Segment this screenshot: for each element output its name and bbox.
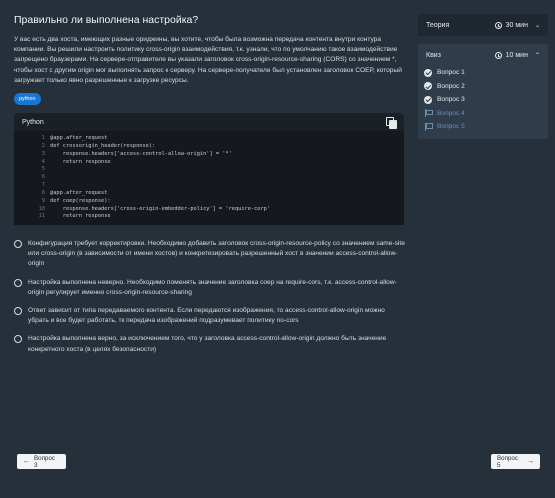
sidebar-item-question-3[interactable]: Вопрос 3 bbox=[418, 93, 548, 107]
question-label: Вопрос 4 bbox=[437, 109, 465, 117]
line-number: 2 bbox=[41, 142, 45, 149]
line-number: 7 bbox=[41, 182, 45, 189]
question-panel: Правильно ли выполнена настройка? У вас … bbox=[14, 14, 406, 363]
code-language-label: Python bbox=[22, 118, 44, 126]
radio-button[interactable] bbox=[14, 335, 22, 344]
code-line: 5 bbox=[14, 166, 404, 174]
question-text: У вас есть два хоста, имеющих разные ори… bbox=[14, 36, 402, 84]
chevron-up-icon: ⌃ bbox=[534, 52, 540, 59]
code-line: 6 bbox=[14, 174, 404, 182]
sidebar-item-question-2[interactable]: Вопрос 2 bbox=[418, 80, 548, 94]
sidebar-quiz-section: Квиз 10 мин ⌃ Вопрос 1 Вопрос 2 Вопрос 3 Во… bbox=[418, 44, 548, 139]
code-text: return response bbox=[50, 213, 111, 220]
next-question-button[interactable]: Вопрос 5 → bbox=[491, 454, 540, 469]
prev-question-label: Вопрос 3 bbox=[34, 454, 55, 469]
answer-option[interactable]: Ответ зависит от типа передаваемого конт… bbox=[14, 306, 406, 326]
clock-icon bbox=[494, 21, 502, 29]
answer-options: Конфигурация требует корректировки. Необ… bbox=[14, 239, 406, 355]
question-label: Вопрос 5 bbox=[437, 123, 465, 131]
check-circle-icon bbox=[424, 68, 432, 77]
radio-button[interactable] bbox=[14, 240, 22, 249]
answer-option-text: Настройка выполнена верно, за исключение… bbox=[28, 335, 387, 353]
answer-option[interactable]: Настройка выполнена неверно. Необходимо … bbox=[14, 278, 406, 298]
clock-icon bbox=[494, 51, 502, 59]
code-text: @app.after_request bbox=[50, 135, 108, 142]
question-label: Вопрос 2 bbox=[437, 82, 465, 90]
line-number: 11 bbox=[38, 213, 45, 220]
answer-option-text: Настройка выполнена неверно. Необходимо … bbox=[28, 278, 397, 296]
theory-label: Теория bbox=[426, 21, 450, 29]
code-header: Python bbox=[14, 113, 404, 131]
line-number: 5 bbox=[41, 166, 45, 173]
code-block: Python 1 @app.after_request 2 def crossorig… bbox=[14, 113, 404, 226]
code-line: 7 bbox=[14, 182, 404, 190]
arrow-right-icon: → bbox=[527, 458, 534, 465]
sidebar-item-question-5[interactable]: Вопрос 5 bbox=[418, 120, 548, 134]
line-number: 9 bbox=[41, 197, 45, 204]
sidebar-item-question-1[interactable]: Вопрос 1 bbox=[418, 66, 548, 80]
code-line: 2 def crossorigin_header(response): bbox=[14, 143, 404, 151]
check-circle-icon bbox=[424, 82, 432, 91]
code-text: response.headers['access-control-allow-o… bbox=[50, 150, 232, 157]
question-label: Вопрос 1 bbox=[437, 69, 465, 77]
code-text: @app.after_request bbox=[50, 189, 108, 196]
question-label: Вопрос 3 bbox=[437, 96, 465, 104]
copy-icon[interactable] bbox=[386, 116, 397, 129]
answer-option[interactable]: Настройка выполнена верно, за исключение… bbox=[14, 334, 406, 354]
theory-time: 30 мин bbox=[505, 21, 528, 29]
line-number: 3 bbox=[41, 150, 45, 157]
answer-option-text: Конфигурация требует корректировки. Необ… bbox=[28, 240, 405, 268]
sidebar-item-question-4[interactable]: Вопрос 4 bbox=[418, 107, 548, 121]
language-tag: python bbox=[14, 93, 41, 106]
code-line: 10 response.headers['cross-origin-embedd… bbox=[14, 206, 404, 214]
code-line: 9 def coep(response): bbox=[14, 198, 404, 206]
sidebar: Теория 30 мин ⌄ Квиз 10 мин ⌃ Вопрос 1 Во… bbox=[418, 14, 548, 139]
quiz-question-list: Вопрос 1 Вопрос 2 Вопрос 3 Вопрос 4 Вопрос 5 bbox=[418, 66, 548, 134]
prev-question-button[interactable]: ← Вопрос 3 bbox=[17, 454, 66, 469]
code-text: response.headers['cross-origin-embedder-… bbox=[50, 205, 271, 212]
answer-option-text: Ответ зависит от типа передаваемого конт… bbox=[28, 307, 385, 325]
code-line: 4 return response bbox=[14, 159, 404, 167]
answer-option[interactable]: Конфигурация требует корректировки. Необ… bbox=[14, 239, 406, 270]
flag-icon bbox=[424, 109, 433, 118]
chevron-down-icon: ⌄ bbox=[534, 22, 540, 29]
code-line: 1 @app.after_request bbox=[14, 135, 404, 143]
code-text: def coep(response): bbox=[50, 197, 111, 204]
quiz-time: 10 мин bbox=[505, 51, 528, 59]
code-body: 1 @app.after_request 2 def crossorigin_head… bbox=[14, 131, 404, 226]
radio-button[interactable] bbox=[14, 307, 22, 316]
code-text: return response bbox=[50, 158, 111, 165]
line-number: 6 bbox=[41, 174, 45, 181]
arrow-left-icon: ← bbox=[23, 458, 30, 465]
code-text: def crossorigin_header(response): bbox=[50, 142, 156, 149]
radio-button[interactable] bbox=[14, 278, 22, 287]
code-line: 11 return response bbox=[14, 213, 404, 221]
sidebar-item-quiz[interactable]: Квиз 10 мин ⌃ bbox=[418, 44, 548, 66]
question-title: Правильно ли выполнена настройка? bbox=[14, 14, 199, 26]
line-number: 8 bbox=[41, 189, 45, 196]
code-line: 8 @app.after_request bbox=[14, 190, 404, 198]
code-line: 3 response.headers['access-control-allow… bbox=[14, 151, 404, 159]
line-number: 10 bbox=[38, 205, 45, 212]
flag-icon bbox=[424, 122, 433, 131]
next-question-label: Вопрос 5 bbox=[497, 454, 518, 469]
quiz-label: Квиз bbox=[426, 51, 441, 59]
check-circle-icon bbox=[424, 95, 432, 104]
line-number: 1 bbox=[41, 135, 45, 142]
sidebar-item-theory[interactable]: Теория 30 мин ⌄ bbox=[418, 14, 548, 36]
line-number: 4 bbox=[41, 158, 45, 165]
